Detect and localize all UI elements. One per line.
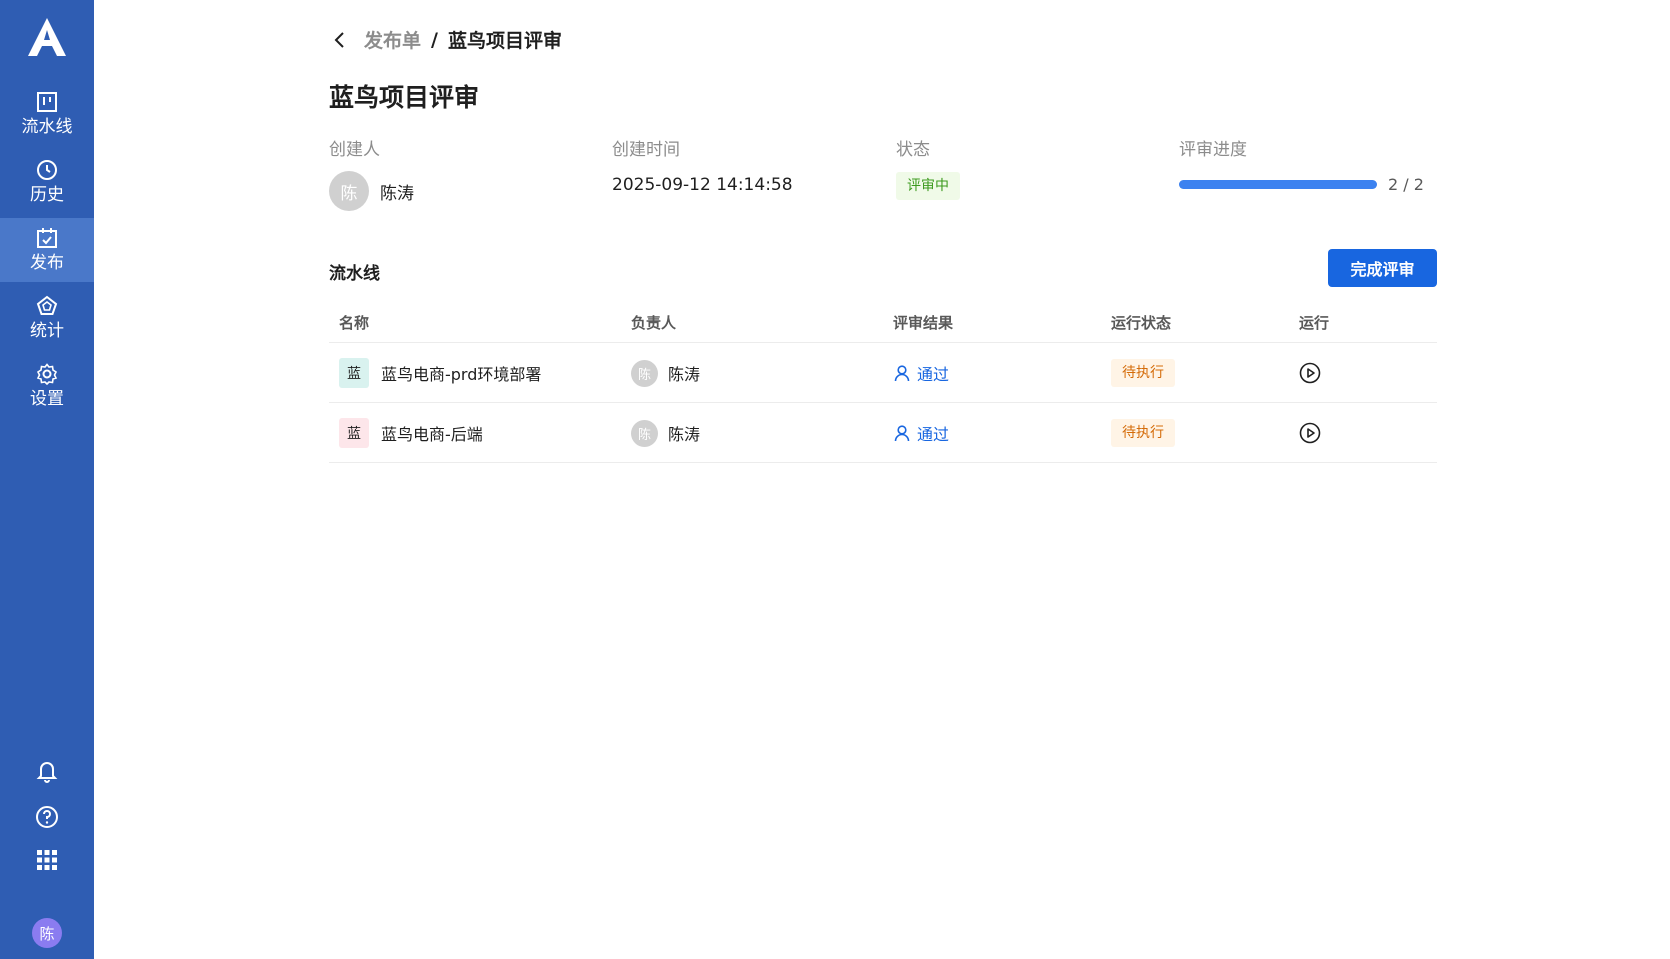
sidebar-item-label: 发布: [30, 253, 64, 273]
complete-review-button[interactable]: 完成评审: [1328, 249, 1437, 287]
created-time-label: 创建时间: [612, 140, 680, 160]
creator-label: 创建人: [329, 140, 380, 160]
review-result-text: 通过: [917, 425, 950, 444]
breadcrumb-current: 蓝鸟项目评审: [447, 30, 562, 52]
main-content: 发布单 / 蓝鸟项目评审 蓝鸟项目评审 创建人 创建时间 状态 评审进度 陈 陈…: [94, 0, 1670, 959]
column-header-run-status: 运行状态: [1111, 314, 1172, 332]
gear-icon: [36, 363, 58, 385]
pipeline-name[interactable]: 蓝鸟电商-prd环境部署: [381, 361, 541, 385]
table-row: 蓝 蓝鸟电商-prd环境部署 陈 陈涛 通过 待执行: [329, 343, 1437, 403]
breadcrumb: 发布单 / 蓝鸟项目评审: [330, 26, 562, 53]
sidebar-item-release[interactable]: 发布: [0, 218, 94, 282]
pentagon-chart-icon: [36, 295, 58, 315]
sidebar-item-label: 流水线: [21, 117, 73, 137]
apps-grid-icon[interactable]: [34, 847, 60, 873]
review-result-link[interactable]: 通过: [893, 361, 949, 385]
created-time-value: 2025-09-12 14:14:58: [612, 175, 793, 195]
review-result-cell: 通过: [893, 403, 949, 463]
creator-name: 陈涛: [380, 183, 414, 204]
page-title: 蓝鸟项目评审: [329, 83, 480, 112]
table-row: 蓝 蓝鸟电商-后端 陈 陈涛 通过 待执行: [329, 403, 1437, 463]
creator-info: 陈 陈涛: [329, 171, 414, 211]
status-label: 状态: [896, 140, 930, 160]
sidebar-item-pipeline[interactable]: 流水线: [0, 82, 94, 146]
help-icon[interactable]: [34, 804, 60, 830]
owner-name: 陈涛: [668, 425, 701, 444]
owner-name: 陈涛: [668, 365, 701, 384]
review-result-cell: 通过: [893, 343, 949, 403]
pipeline-icon: [37, 92, 57, 112]
column-header-name: 名称: [339, 314, 370, 332]
review-progress-bar: [1179, 180, 1377, 189]
avatar: 陈: [631, 419, 658, 447]
review-result-text: 通过: [917, 365, 950, 384]
pipeline-badge: 蓝: [339, 418, 369, 448]
pipeline-badge: 蓝: [339, 358, 369, 388]
play-circle-icon[interactable]: [1299, 422, 1321, 444]
play-circle-icon[interactable]: [1299, 362, 1321, 384]
table-header: 名称 负责人 评审结果 运行状态 运行: [329, 301, 1437, 343]
breadcrumb-separator: /: [431, 28, 438, 51]
user-icon: [894, 365, 910, 382]
column-header-review-result: 评审结果: [893, 314, 954, 332]
review-result-link[interactable]: 通过: [893, 421, 949, 445]
pipeline-name[interactable]: 蓝鸟电商-后端: [381, 421, 483, 445]
breadcrumb-parent-link[interactable]: 发布单: [364, 26, 421, 53]
bell-icon[interactable]: [34, 758, 60, 784]
sidebar-item-label: 设置: [30, 389, 64, 409]
pipeline-name-cell: 蓝 蓝鸟电商-prd环境部署: [339, 343, 541, 403]
column-header-owner: 负责人: [631, 314, 677, 332]
run-status-cell: 待执行: [1111, 403, 1175, 463]
status-badge: 评审中: [896, 172, 960, 200]
avatar: 陈: [329, 171, 369, 211]
app-logo-icon[interactable]: [26, 16, 68, 58]
back-arrow-icon[interactable]: [330, 30, 350, 50]
sidebar-item-stats[interactable]: 统计: [0, 286, 94, 350]
owner-cell: 陈 陈涛: [631, 403, 700, 463]
sidebar-item-history[interactable]: 历史: [0, 150, 94, 214]
column-header-run: 运行: [1299, 314, 1330, 332]
run-status-badge: 待执行: [1111, 359, 1175, 387]
sidebar: 流水线 历史 发布 统计 设置 陈: [0, 0, 94, 959]
review-progress-fill: [1179, 180, 1377, 189]
run-status-cell: 待执行: [1111, 343, 1175, 403]
user-avatar[interactable]: 陈: [32, 918, 62, 948]
sidebar-item-settings[interactable]: 设置: [0, 354, 94, 418]
run-cell: [1299, 403, 1321, 463]
sidebar-item-label: 统计: [30, 321, 64, 341]
pipelines-section-title: 流水线: [329, 264, 380, 284]
user-icon: [894, 425, 910, 442]
run-cell: [1299, 343, 1321, 403]
avatar: 陈: [631, 359, 658, 387]
calendar-check-icon: [37, 228, 57, 248]
pipelines-table: 名称 负责人 评审结果 运行状态 运行 蓝 蓝鸟电商-prd环境部署 陈 陈涛 …: [329, 301, 1437, 463]
run-status-badge: 待执行: [1111, 419, 1175, 447]
owner-cell: 陈 陈涛: [631, 343, 700, 403]
sidebar-item-label: 历史: [30, 185, 64, 205]
review-progress-text: 2 / 2: [1388, 175, 1424, 194]
progress-label: 评审进度: [1179, 140, 1247, 160]
clock-icon: [37, 160, 57, 180]
pipeline-name-cell: 蓝 蓝鸟电商-后端: [339, 403, 483, 463]
